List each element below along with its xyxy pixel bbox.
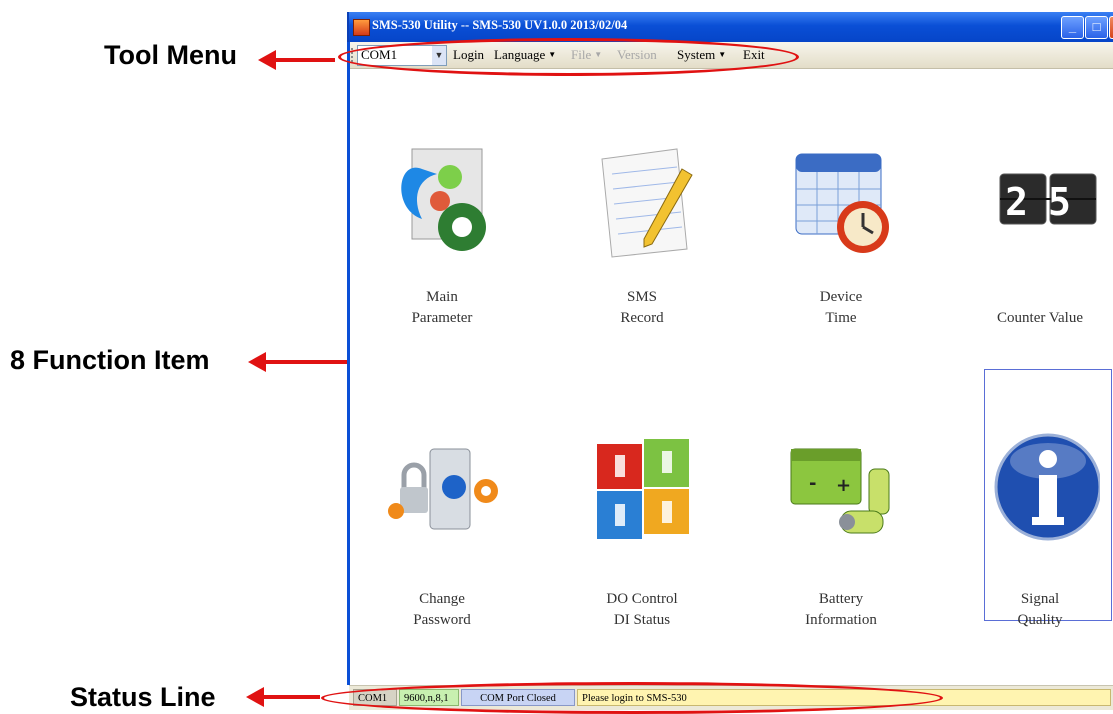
function-label: DO Control DI Status <box>606 591 678 628</box>
function-signal-quality[interactable]: Signal Quality <box>955 369 1113 629</box>
tool-menu-highlight <box>338 38 799 76</box>
minimize-icon: _ <box>1068 19 1077 34</box>
battery-icon: - + <box>790 448 890 534</box>
app-window: SMS-530 Utility -- SMS-530 UV1.0.0 2013/… <box>347 12 1113 710</box>
function-change-password[interactable]: Change Password <box>357 369 527 629</box>
calendar-clock-icon <box>795 153 889 253</box>
function-sms-record[interactable]: SMS Record <box>557 69 727 339</box>
tool-menu-arrow <box>258 50 335 70</box>
title-bar[interactable]: SMS-530 Utility -- SMS-530 UV1.0.0 2013/… <box>347 12 1113 42</box>
function-label: Battery Information <box>805 591 877 628</box>
lock-key-icon <box>388 448 498 530</box>
status-line-arrow <box>246 687 320 707</box>
function-panel: Main Parameter SMS Record Device Time 25… <box>350 69 1113 685</box>
function-main-parameter[interactable]: Main Parameter <box>357 69 527 339</box>
function-device-time[interactable]: Device Time <box>756 69 926 339</box>
function-do-control-di-status[interactable]: DO Control DI Status <box>557 369 727 629</box>
function-label: SMS Record <box>620 289 664 326</box>
notepad-pencil-icon <box>601 148 693 258</box>
app-icon <box>353 19 370 36</box>
status-line-highlight <box>321 682 943 714</box>
function-label: Device Time <box>819 289 863 326</box>
function-label: Signal Quality <box>1017 591 1063 628</box>
function-label: Counter Value <box>997 310 1083 326</box>
function-counter-value[interactable]: 25 Counter Value <box>955 69 1113 339</box>
close-button[interactable] <box>1109 16 1113 39</box>
maximize-button[interactable]: □ <box>1085 16 1108 39</box>
maximize-icon: □ <box>1092 19 1101 34</box>
svg-text:-: - <box>809 473 816 494</box>
function-label: Change Password <box>413 591 471 628</box>
function-label: Main Parameter <box>411 289 473 326</box>
minimize-button[interactable]: _ <box>1061 16 1084 39</box>
counter-digits: 25 <box>1005 180 1091 224</box>
switch-panel-icon <box>597 439 689 539</box>
counter-display-icon: 25 <box>999 173 1097 225</box>
svg-text:+: + <box>836 475 851 496</box>
function-battery-information[interactable]: - + Battery Information <box>756 369 926 629</box>
window-title: SMS-530 Utility -- SMS-530 UV1.0.0 2013/… <box>372 18 628 32</box>
info-icon <box>994 433 1100 541</box>
settings-gear-icon <box>401 148 486 251</box>
